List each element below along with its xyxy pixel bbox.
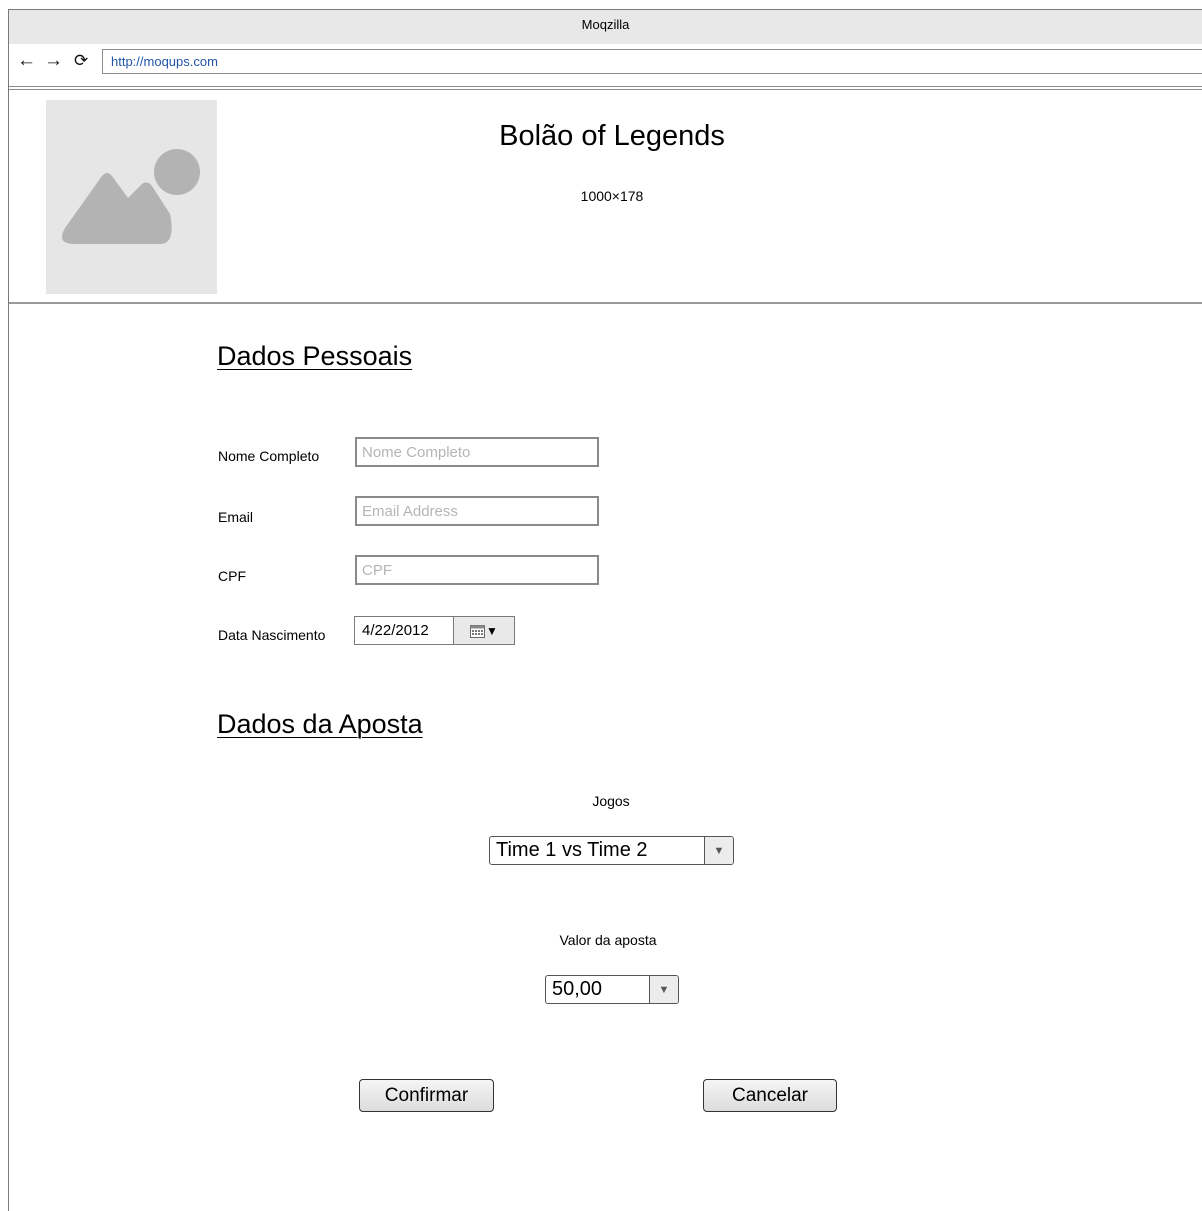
birth-date-label: Data Nascimento — [218, 627, 326, 643]
date-picker-button[interactable]: ▼ — [454, 617, 514, 644]
chevron-down-icon[interactable]: ▼ — [649, 976, 678, 1003]
bet-amount-label: Valor da aposta — [559, 932, 657, 948]
chevron-down-icon[interactable]: ▼ — [704, 837, 733, 864]
arrow-right-icon[interactable]: → — [44, 50, 63, 72]
birth-date-value[interactable]: 4/22/2012 — [355, 617, 454, 644]
bet-data-heading: Dados da Aposta — [217, 709, 423, 739]
email-label: Email — [218, 509, 254, 525]
games-label: Jogos — [592, 793, 630, 809]
logo-image-placeholder — [46, 100, 217, 294]
cpf-input[interactable] — [355, 555, 599, 585]
cpf-label: CPF — [218, 568, 246, 584]
reload-icon[interactable]: ⟳ — [74, 50, 88, 72]
full-name-input[interactable] — [355, 437, 599, 467]
image-size-label: 1000×178 — [580, 188, 644, 204]
games-select[interactable]: Time 1 vs Time 2 ▼ — [489, 836, 734, 865]
birth-date-picker[interactable]: 4/22/2012 ▼ — [354, 616, 515, 645]
games-select-value[interactable]: Time 1 vs Time 2 — [490, 837, 704, 864]
toolbar-divider — [9, 86, 1202, 87]
url-bar[interactable]: http://moqups.com — [102, 49, 1202, 74]
personal-data-heading: Dados Pessoais — [217, 341, 413, 371]
chevron-down-icon: ▼ — [486, 623, 498, 638]
arrow-left-icon[interactable]: ← — [17, 50, 36, 72]
image-placeholder-icon — [62, 149, 200, 244]
bet-amount-select[interactable]: 50,00 ▼ — [545, 975, 679, 1004]
window-title: Moqzilla — [581, 17, 630, 32]
full-name-label: Nome Completo — [218, 448, 320, 464]
toolbar-divider — [9, 89, 1202, 90]
confirm-button[interactable]: Confirmar — [359, 1079, 494, 1112]
bet-amount-value[interactable]: 50,00 — [546, 976, 649, 1003]
email-input[interactable] — [355, 496, 599, 526]
header-divider — [9, 302, 1202, 304]
cancel-button[interactable]: Cancelar — [703, 1079, 837, 1112]
calendar-icon — [470, 624, 486, 638]
site-title: Bolão of Legends — [499, 120, 725, 152]
